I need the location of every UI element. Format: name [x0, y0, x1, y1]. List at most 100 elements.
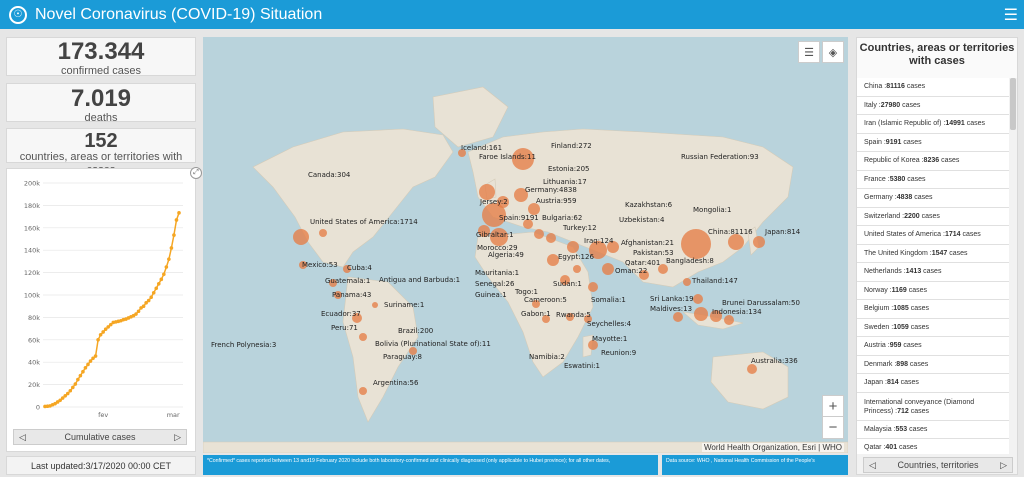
- case-marker: [573, 265, 581, 273]
- data-point: [71, 385, 75, 390]
- chevron-left-icon[interactable]: ◁: [869, 460, 876, 471]
- country-list-item[interactable]: International conveyance (Diamond Prince…: [857, 392, 1009, 421]
- data-point: [98, 332, 103, 337]
- data-point: [156, 282, 161, 286]
- country-label: Pakistan:53: [633, 249, 674, 257]
- country-label: Uzbekistan:4: [619, 216, 665, 224]
- legend-list-icon[interactable]: ☰: [798, 41, 820, 63]
- country-count: 2200: [904, 212, 920, 220]
- country-list-item[interactable]: Malaysia :553 cases: [857, 420, 1009, 439]
- country-count: 959: [889, 342, 902, 349]
- country-label: Thailand:147: [691, 277, 738, 285]
- country-label: Brazil:200: [398, 327, 433, 335]
- country-count: 1085: [893, 305, 909, 312]
- deaths-label: deaths: [84, 112, 118, 124]
- country-list-item[interactable]: China :81116 cases: [857, 78, 1009, 97]
- zoom-out-button[interactable]: −: [823, 417, 843, 438]
- chevron-right-icon[interactable]: ▷: [1000, 460, 1007, 471]
- cases-suffix: cases: [901, 138, 922, 146]
- country-label: Spain:9191: [499, 214, 539, 222]
- country-list-item[interactable]: Belgium :1085 cases: [857, 300, 1009, 319]
- country-name: Denmark :: [864, 360, 897, 368]
- country-label: Austria:959: [536, 197, 576, 205]
- country-list-item[interactable]: Qatar :401 cases: [857, 439, 1009, 454]
- country-label: Sudan:1: [553, 280, 582, 288]
- country-label: Sri Lanka:19: [650, 295, 694, 303]
- country-name: Italy :: [864, 101, 881, 109]
- y-tick-label: 160k: [24, 224, 40, 232]
- hamburger-icon[interactable]: ☰: [1004, 5, 1018, 25]
- country-label: Mayotte:1: [592, 335, 627, 343]
- country-label: French Polynesia:3: [211, 341, 276, 349]
- country-label: Afghanistan:21: [621, 239, 674, 247]
- case-marker: [319, 229, 327, 237]
- country-label: Cameroon:5: [524, 296, 567, 304]
- zoom-in-button[interactable]: +: [823, 396, 843, 417]
- case-marker: [588, 282, 598, 292]
- country-name: Germany :: [864, 194, 897, 201]
- y-tick-label: 120k: [24, 269, 40, 277]
- world-map[interactable]: Iceland:161 Finland:272 Faroe Islands:11 Es…: [203, 37, 848, 453]
- country-label: Gibraltar:1: [476, 231, 514, 239]
- y-tick-label: 200k: [24, 180, 40, 188]
- country-list-item[interactable]: Switzerland :2200 cases: [857, 207, 1009, 226]
- country-list-item[interactable]: Iran (Islamic Republic of) :14991 cases: [857, 115, 1009, 134]
- country-label: Reunion:9: [601, 349, 636, 357]
- country-count: 81116: [886, 83, 905, 90]
- country-name: Republic of Korea :: [864, 157, 924, 164]
- data-point: [81, 369, 85, 374]
- country-name: Sweden :: [864, 323, 894, 331]
- country-list-item[interactable]: France :5380 cases: [857, 170, 1009, 189]
- chevron-right-icon[interactable]: ▷: [174, 432, 181, 443]
- countries-list[interactable]: China :81116 cases Italy :27980 cases Iran…: [857, 78, 1009, 454]
- map-canvas[interactable]: Iceland:161 Finland:272 Faroe Islands:11 Es…: [203, 37, 848, 453]
- data-point: [172, 233, 176, 237]
- country-list-item[interactable]: Italy :27980 cases: [857, 96, 1009, 115]
- data-point: [88, 359, 93, 363]
- country-label: Somalia:1: [591, 296, 626, 304]
- country-list-item[interactable]: Japan :814 cases: [857, 374, 1009, 393]
- country-list-item[interactable]: United States of America :1714 cases: [857, 226, 1009, 245]
- country-list-item[interactable]: Norway :1169 cases: [857, 281, 1009, 300]
- country-list-item[interactable]: Denmark :898 cases: [857, 355, 1009, 374]
- country-count: 27980: [880, 101, 901, 109]
- data-point: [169, 246, 174, 250]
- cases-suffix: cases: [907, 360, 929, 368]
- scrollbar[interactable]: [1010, 78, 1016, 130]
- country-list-item[interactable]: Spain :9191 cases: [857, 133, 1009, 152]
- country-list-item[interactable]: Austria :959 cases: [857, 337, 1009, 356]
- country-label: Bangladesh:8: [666, 257, 714, 265]
- country-list-item[interactable]: Sweden :1059 cases: [857, 318, 1009, 337]
- country-list-item[interactable]: Germany :4838 cases: [857, 189, 1009, 208]
- deaths-card: 7.019 deaths: [6, 83, 196, 124]
- data-point: [96, 338, 100, 342]
- data-point: [68, 388, 73, 393]
- country-label: Antigua and Barbuda:1: [379, 276, 460, 284]
- y-tick-label: 180k: [24, 202, 40, 210]
- country-name: United States of America :: [864, 231, 945, 238]
- country-list-item[interactable]: The United Kingdom :1547 cases: [857, 244, 1009, 263]
- case-marker: [694, 307, 708, 321]
- country-count: 553: [895, 425, 908, 433]
- country-count: 4838: [896, 194, 913, 201]
- country-label: China:81116: [708, 228, 753, 236]
- country-label: Namibia:2: [529, 353, 565, 361]
- chevron-left-icon[interactable]: ◁: [19, 432, 26, 443]
- country-list-item[interactable]: Republic of Korea :8236 cases: [857, 152, 1009, 171]
- country-label: Kazakhstan:6: [625, 201, 673, 209]
- footnote: *Confirmed* cases reported between 13 an…: [203, 455, 658, 475]
- country-count: 814: [886, 379, 899, 386]
- case-marker: [693, 294, 703, 304]
- country-count: 5380: [889, 175, 906, 183]
- layers-icon[interactable]: ◈: [822, 41, 844, 63]
- land-layer: [203, 86, 848, 453]
- cases-suffix: cases: [904, 83, 926, 90]
- country-list-item[interactable]: Netherlands :1413 cases: [857, 263, 1009, 282]
- country-label: Faroe Islands:11: [479, 153, 536, 161]
- north-america-shape: [252, 128, 454, 268]
- country-name: Japan :: [864, 379, 887, 386]
- country-name: Iran (Islamic Republic of) :: [864, 120, 946, 127]
- expand-icon[interactable]: ⤢: [190, 167, 202, 179]
- country-label: Estonia:205: [548, 165, 590, 173]
- country-label: Canada:304: [308, 171, 351, 179]
